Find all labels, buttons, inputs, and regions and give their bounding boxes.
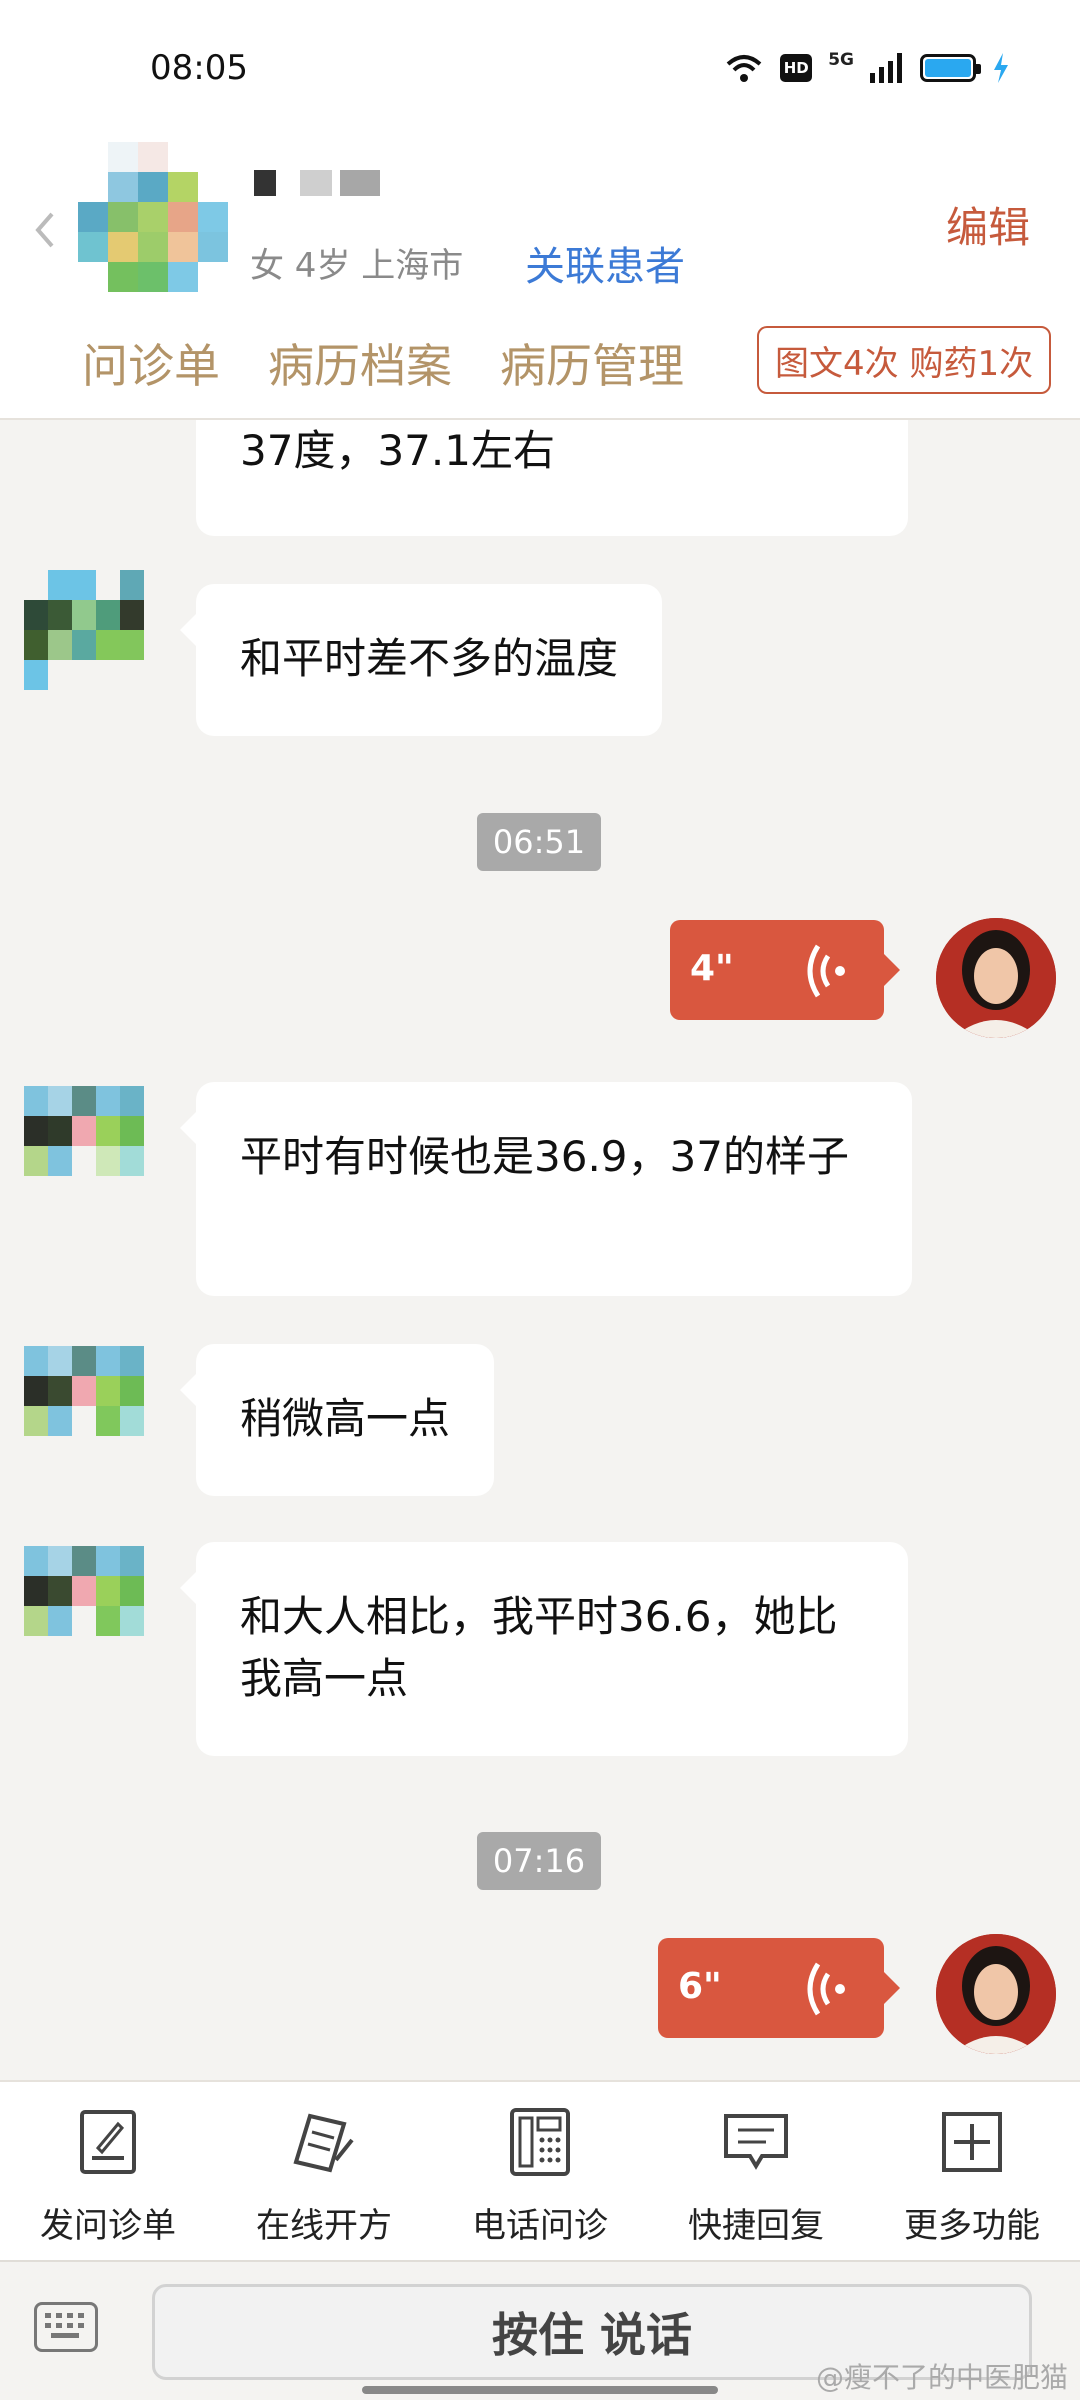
charging-icon (994, 53, 1008, 83)
message-text: 稍微高一点 (240, 1394, 451, 1443)
edit-button[interactable]: 编辑 (946, 194, 1030, 255)
back-icon[interactable] (32, 210, 56, 250)
tool-label: 发问诊单 (40, 2206, 176, 2246)
tab-consult-form[interactable]: 问诊单 (82, 330, 220, 396)
tool-label: 电话问诊 (472, 2206, 608, 2246)
home-indicator[interactable] (362, 2386, 718, 2394)
function-toolbar: 发问诊单 在线开方 电话问诊 快捷回复 更多功能 (0, 2080, 1080, 2260)
patient-meta: 女 4岁 上海市 (250, 246, 464, 286)
message-bubble: 平时有时候也是36.9，37的样子 (180, 1082, 912, 1296)
patient-chat-avatar (24, 570, 144, 690)
battery-icon (920, 54, 981, 82)
voice-wave-icon (807, 944, 845, 998)
quick-reply-icon (724, 2114, 788, 2170)
keyboard-icon[interactable] (34, 2302, 98, 2352)
voice-wave-icon (807, 1962, 845, 2016)
quick-reply-button[interactable]: 快捷回复 (648, 2082, 864, 2262)
status-icons: HD 5G (724, 50, 1010, 84)
message-text: 和大人相比，我平时36.6，她比我高一点 (240, 1592, 838, 1703)
tool-label: 快捷回复 (688, 2206, 824, 2246)
message-bubble: 稍微高一点 (179, 1344, 495, 1496)
doctor-avatar[interactable] (936, 918, 1056, 1038)
patient-chat-avatar (24, 1346, 144, 1466)
more-icon (942, 2112, 1002, 2172)
phone-icon (510, 2108, 570, 2176)
send-consult-form-button[interactable]: 发问诊单 (0, 2082, 216, 2262)
message-text: 37度，37.1左右 (240, 426, 555, 475)
patient-chat-avatar (24, 1086, 144, 1206)
tab-record-management[interactable]: 病历管理 (500, 330, 684, 396)
patient-tabs: 问诊单 病历档案 病历管理 (82, 330, 684, 396)
tool-label: 更多功能 (904, 2206, 1040, 2246)
hd-icon: HD (780, 54, 813, 82)
voice-duration: 6" (678, 1966, 722, 2007)
message-bubble: 和大人相比，我平时36.6，她比我高一点 (180, 1542, 908, 1756)
keyboard-keys (45, 2313, 84, 2338)
chat-header: 女 4岁 上海市 关联患者 编辑 问诊单 病历档案 病历管理 图文4次 购药1次 (0, 130, 1080, 420)
status-bar: 08:05 HD 5G (0, 0, 1080, 130)
doctor-avatar[interactable] (936, 1934, 1056, 2054)
voice-message[interactable]: 6" (658, 1938, 900, 2038)
patient-avatar[interactable] (78, 142, 228, 292)
message-bubble: 和平时差不多的温度 (179, 584, 663, 736)
chat-messages: 37度，37.1左右 和平时差不多的温度 06:51 4" 平时有时候也是36.… (0, 420, 1080, 2080)
network-label: 5G (828, 50, 854, 70)
message-text: 和平时差不多的温度 (240, 634, 619, 683)
message-bubble: 37度，37.1左右 (196, 420, 908, 536)
voice-duration: 4" (690, 948, 734, 989)
timestamp-badge: 07:16 (477, 1832, 601, 1890)
signal-icon (870, 53, 902, 83)
phone-consult-button[interactable]: 电话问诊 (432, 2082, 648, 2262)
message-text: 平时有时候也是36.9，37的样子 (240, 1132, 849, 1181)
online-prescription-button[interactable]: 在线开方 (216, 2082, 432, 2262)
patient-name-blurred (254, 170, 380, 196)
timestamp-badge: 06:51 (477, 813, 601, 871)
tab-medical-records[interactable]: 病历档案 (268, 330, 452, 396)
patient-chat-avatar (24, 1546, 144, 1666)
form-icon (80, 2110, 136, 2174)
doctor-portrait-icon (936, 918, 1056, 1038)
more-functions-button[interactable]: 更多功能 (864, 2082, 1080, 2262)
doctor-portrait-icon (936, 1934, 1056, 2054)
link-patient-button[interactable]: 关联患者 (525, 234, 685, 292)
wifi-icon (726, 55, 762, 82)
voice-message[interactable]: 4" (670, 920, 900, 1020)
tool-label: 在线开方 (256, 2206, 392, 2246)
status-time: 08:05 (150, 48, 248, 88)
prescription-icon (293, 2113, 354, 2173)
consult-count-badge[interactable]: 图文4次 购药1次 (757, 326, 1052, 394)
watermark: @瘦不了的中医肥猫 (815, 2361, 1068, 2394)
